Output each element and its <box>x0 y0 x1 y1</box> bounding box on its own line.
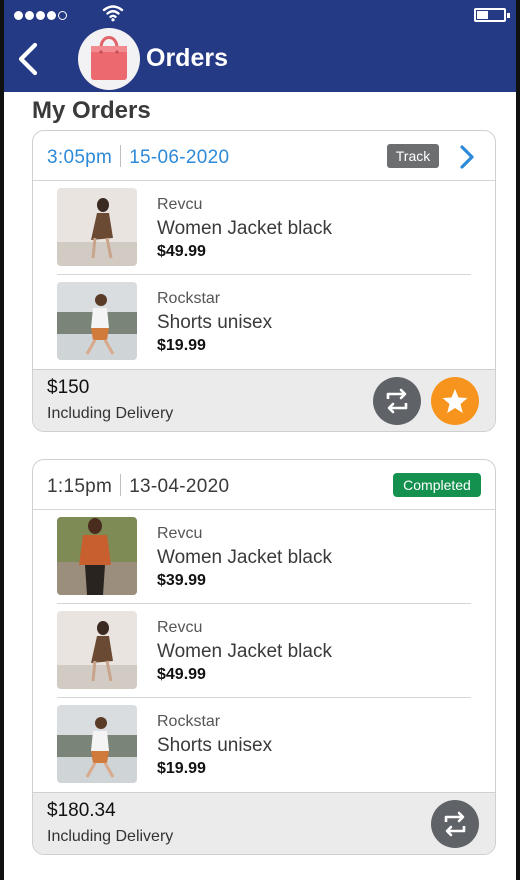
chevron-right-icon[interactable] <box>457 144 477 170</box>
status-badge: Completed <box>393 473 481 497</box>
app-header: Orders <box>4 0 516 92</box>
order-footer: $180.34 Including Delivery <box>33 792 495 854</box>
item-name: Women Jacket black <box>157 218 332 239</box>
item-price: $49.99 <box>157 666 206 683</box>
datetime-separator <box>120 474 122 496</box>
order-item[interactable]: Revcu Women Jacket black $49.99 <box>33 604 495 698</box>
order-header: 1:15pm 13-04-2020 Completed <box>33 460 495 510</box>
order-item[interactable]: Rockstar Shorts unisex $19.99 <box>33 698 495 792</box>
order-datetime: 1:15pm 13-04-2020 <box>47 474 229 498</box>
item-name: Women Jacket black <box>157 547 332 568</box>
reorder-button[interactable] <box>431 800 479 848</box>
item-price: $49.99 <box>157 243 206 260</box>
reorder-icon <box>386 388 408 414</box>
datetime-separator <box>120 145 122 167</box>
item-brand: Revcu <box>157 196 203 213</box>
order-total: $150 <box>47 377 90 398</box>
rate-button[interactable] <box>431 377 479 425</box>
item-name: Shorts unisex <box>157 312 273 333</box>
order-time: 1:15pm <box>47 476 113 497</box>
product-image <box>57 611 137 689</box>
order-footer: $150 Including Delivery <box>33 369 495 431</box>
item-brand: Rockstar <box>157 290 221 307</box>
product-image <box>57 517 137 595</box>
item-price: $19.99 <box>157 337 206 354</box>
order-date: 15-06-2020 <box>129 147 230 168</box>
status-bar <box>4 0 516 30</box>
track-button[interactable]: Track <box>387 144 439 168</box>
section-title: My Orders <box>32 97 151 124</box>
order-time: 3:05pm <box>47 147 113 168</box>
shopping-bag-icon <box>78 28 140 90</box>
order-item[interactable]: Rockstar Shorts unisex $19.99 <box>33 275 495 369</box>
star-icon <box>442 389 468 413</box>
page-title: Orders <box>146 44 228 72</box>
product-image <box>57 705 137 783</box>
order-datetime: 3:05pm 15-06-2020 <box>47 145 229 169</box>
item-price: $19.99 <box>157 760 206 777</box>
item-name: Women Jacket black <box>157 641 332 662</box>
reorder-icon <box>444 811 466 837</box>
item-brand: Revcu <box>157 525 203 542</box>
back-button[interactable] <box>14 40 44 78</box>
order-date: 13-04-2020 <box>129 476 230 497</box>
battery-icon <box>474 8 510 22</box>
delivery-note: Including Delivery <box>47 828 174 845</box>
delivery-note: Including Delivery <box>47 405 174 422</box>
product-image <box>57 188 137 266</box>
item-price: $39.99 <box>157 572 206 589</box>
item-brand: Revcu <box>157 619 203 636</box>
order-card[interactable]: 3:05pm 15-06-2020 Track Revcu Women Jacke… <box>32 130 496 432</box>
wifi-icon <box>102 5 124 22</box>
reorder-button[interactable] <box>373 377 421 425</box>
phone-frame: Orders My Orders 3:05pm 15-06-2020 Track <box>0 0 520 880</box>
item-name: Shorts unisex <box>157 735 273 756</box>
order-item[interactable]: Revcu Women Jacket black $39.99 <box>33 510 495 604</box>
order-item[interactable]: Revcu Women Jacket black $49.99 <box>33 181 495 275</box>
signal-strength-icon <box>14 11 67 20</box>
order-total: $180.34 <box>47 800 116 821</box>
order-header: 3:05pm 15-06-2020 Track <box>33 131 495 181</box>
order-card[interactable]: 1:15pm 13-04-2020 Completed Revcu Women J… <box>32 459 496 855</box>
product-image <box>57 282 137 360</box>
item-brand: Rockstar <box>157 713 221 730</box>
